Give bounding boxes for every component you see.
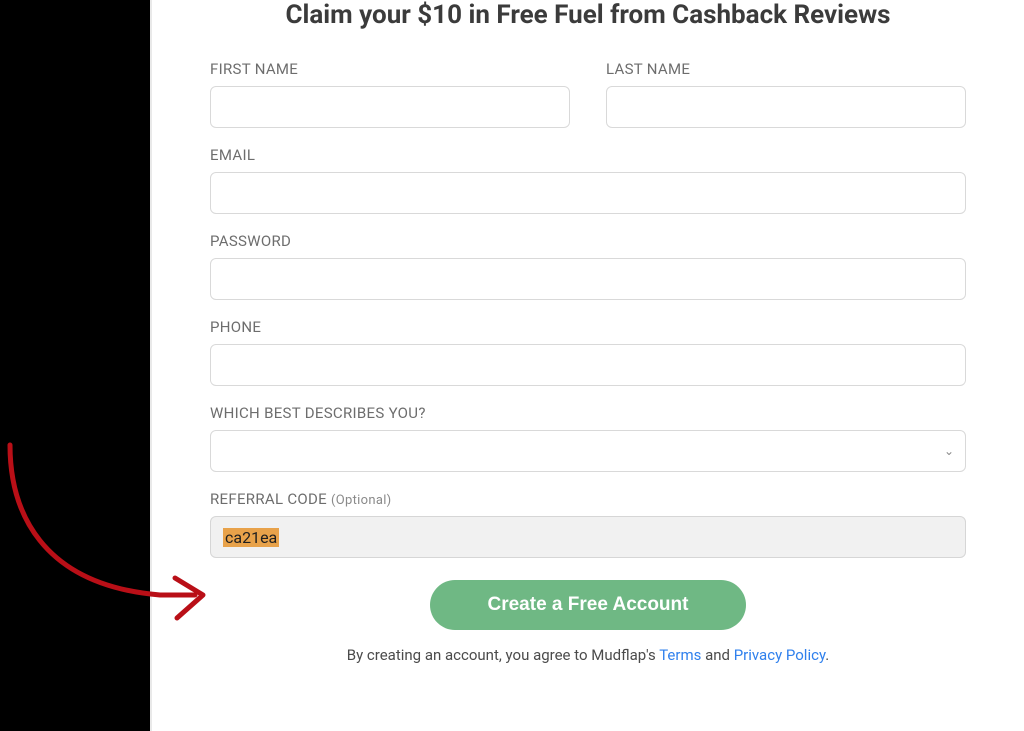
left-dark-band — [0, 0, 152, 731]
field-email: EMAIL — [210, 146, 966, 214]
last-name-input[interactable] — [606, 86, 966, 128]
create-account-button[interactable]: Create a Free Account — [430, 580, 747, 630]
describe-label: WHICH BEST DESCRIBES YOU? — [210, 404, 966, 422]
referral-label-text: REFERRAL CODE — [210, 490, 331, 508]
phone-input[interactable] — [210, 344, 966, 386]
field-phone: PHONE — [210, 318, 966, 386]
email-input[interactable] — [210, 172, 966, 214]
form-panel: Claim your $10 in Free Fuel from Cashbac… — [152, 0, 1024, 731]
agree-sep: and — [701, 646, 733, 664]
referral-hint: (Optional) — [331, 493, 391, 508]
first-name-input[interactable] — [210, 86, 570, 128]
agree-text: By creating an account, you agree to Mud… — [210, 646, 966, 664]
agree-suffix: . — [825, 646, 829, 664]
agree-prefix: By creating an account, you agree to Mud… — [347, 646, 659, 664]
referral-input[interactable]: ca21ea — [210, 516, 966, 558]
email-label: EMAIL — [210, 146, 966, 164]
privacy-link[interactable]: Privacy Policy — [734, 646, 826, 664]
field-referral: REFERRAL CODE (Optional) ca21ea — [210, 490, 966, 558]
referral-value: ca21ea — [223, 528, 279, 547]
password-label: PASSWORD — [210, 232, 966, 250]
last-name-label: LAST NAME — [606, 60, 966, 78]
describe-select[interactable] — [210, 430, 966, 472]
page-title: Claim your $10 in Free Fuel from Cashbac… — [210, 0, 966, 30]
terms-link[interactable]: Terms — [659, 646, 701, 664]
field-describe: WHICH BEST DESCRIBES YOU? ⌄ — [210, 404, 966, 472]
referral-label: REFERRAL CODE (Optional) — [210, 490, 966, 508]
field-first-name: FIRST NAME — [210, 60, 570, 128]
field-last-name: LAST NAME — [606, 60, 966, 128]
password-input[interactable] — [210, 258, 966, 300]
field-password: PASSWORD — [210, 232, 966, 300]
phone-label: PHONE — [210, 318, 966, 336]
first-name-label: FIRST NAME — [210, 60, 570, 78]
